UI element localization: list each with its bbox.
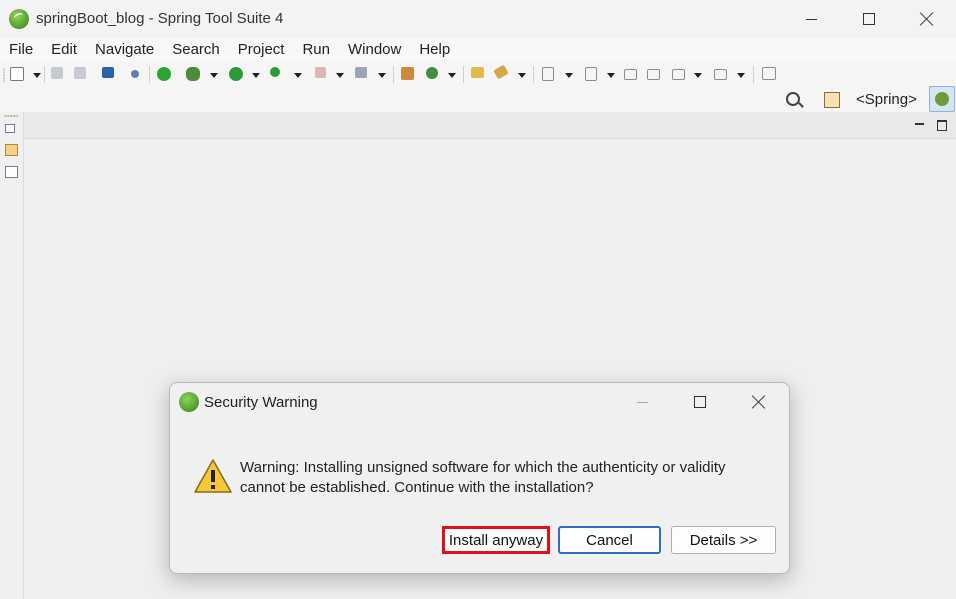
new-class-icon[interactable] xyxy=(426,67,438,79)
menu-edit[interactable]: Edit xyxy=(42,38,86,62)
menu-navigate[interactable]: Navigate xyxy=(86,38,163,62)
open-type-icon[interactable] xyxy=(471,67,484,78)
title-bar: springBoot_blog - Spring Tool Suite 4 xyxy=(0,0,956,38)
boot-dashboard-icon[interactable] xyxy=(157,67,171,81)
spring-logo-icon xyxy=(179,392,199,412)
trim-grip-icon xyxy=(4,115,18,117)
maximize-button[interactable] xyxy=(840,0,898,38)
editor-minimize-icon[interactable] xyxy=(915,123,924,125)
menu-help[interactable]: Help xyxy=(410,38,459,62)
external-tools-dropdown-icon[interactable] xyxy=(294,73,302,78)
next-annotation-icon[interactable] xyxy=(542,67,554,81)
menu-run[interactable]: Run xyxy=(293,38,339,62)
run-dropdown-icon[interactable] xyxy=(252,73,260,78)
terminate-dropdown-icon[interactable] xyxy=(336,73,344,78)
pin-editor-icon[interactable] xyxy=(762,67,776,80)
toolbar-separator xyxy=(463,66,464,83)
back-dropdown-icon[interactable] xyxy=(694,73,702,78)
debug-dropdown-icon[interactable] xyxy=(210,73,218,78)
perspective-bar xyxy=(0,88,956,112)
menu-bar: File Edit Navigate Search Project Run Wi… xyxy=(0,38,956,62)
toolbar-separator xyxy=(533,66,534,83)
search-tool-icon[interactable] xyxy=(131,70,139,78)
terminate-icon[interactable] xyxy=(315,67,326,78)
package-explorer-icon[interactable] xyxy=(5,144,18,156)
warning-message-line-1: Warning: Installing unsigned software fo… xyxy=(240,459,726,476)
warning-icon xyxy=(193,458,233,494)
restore-icon[interactable] xyxy=(5,124,15,133)
save-icon[interactable] xyxy=(51,67,63,79)
search-icon[interactable] xyxy=(786,92,800,106)
window-title: springBoot_blog - Spring Tool Suite 4 xyxy=(36,10,284,27)
deploy-dropdown-icon[interactable] xyxy=(378,73,386,78)
editor-tab-bar xyxy=(24,112,956,139)
console-icon[interactable] xyxy=(102,67,114,78)
previous-annotation-dropdown-icon[interactable] xyxy=(607,73,615,78)
minimize-button[interactable] xyxy=(782,0,840,38)
debug-icon[interactable] xyxy=(186,67,200,81)
menu-file[interactable]: File xyxy=(0,38,42,62)
dialog-maximize-button[interactable] xyxy=(671,383,729,421)
forward-edit-icon[interactable] xyxy=(647,69,660,80)
close-button[interactable] xyxy=(898,0,956,38)
next-annotation-dropdown-icon[interactable] xyxy=(565,73,573,78)
run-last-tool-icon[interactable] xyxy=(270,67,280,77)
main-toolbar xyxy=(0,62,956,88)
last-edit-location-icon[interactable] xyxy=(624,69,637,80)
open-perspective-icon[interactable] xyxy=(824,92,840,108)
warning-message-line-2: cannot be established. Continue with the… xyxy=(240,479,594,496)
toolbar-separator xyxy=(44,66,45,83)
back-icon[interactable] xyxy=(672,69,685,80)
toolbar-separator xyxy=(753,66,754,83)
spring-perspective-icon xyxy=(935,92,949,106)
menu-project[interactable]: Project xyxy=(229,38,294,62)
previous-annotation-icon[interactable] xyxy=(585,67,597,81)
deploy-icon[interactable] xyxy=(355,67,367,78)
menu-window[interactable]: Window xyxy=(339,38,410,62)
run-icon[interactable] xyxy=(229,67,243,81)
outline-icon[interactable] xyxy=(5,166,18,178)
new-dropdown-icon[interactable] xyxy=(33,73,41,78)
open-task-dropdown-icon[interactable] xyxy=(518,73,526,78)
cancel-button[interactable]: Cancel xyxy=(558,526,661,554)
close-icon xyxy=(752,395,766,409)
dialog-title: Security Warning xyxy=(204,394,318,411)
toolbar-grip-icon xyxy=(3,68,5,82)
save-all-icon[interactable] xyxy=(74,67,86,79)
details-button[interactable]: Details >> xyxy=(671,526,776,554)
spring-logo-icon xyxy=(9,9,29,29)
spring-perspective-button[interactable] xyxy=(929,86,955,112)
security-warning-dialog: Security Warning Warning: Installing uns… xyxy=(169,382,790,574)
dialog-close-button[interactable] xyxy=(730,383,788,421)
install-anyway-button[interactable]: Install anyway xyxy=(442,526,550,554)
dialog-minimize-button[interactable] xyxy=(613,383,671,421)
maximize-icon xyxy=(694,396,706,408)
menu-search[interactable]: Search xyxy=(163,38,229,62)
left-trim-stack xyxy=(0,112,24,599)
forward-icon[interactable] xyxy=(714,69,727,80)
open-task-icon[interactable] xyxy=(493,64,509,80)
minimize-icon xyxy=(636,401,648,403)
warning-message: Warning: Installing unsigned software fo… xyxy=(240,458,770,498)
forward-dropdown-icon[interactable] xyxy=(737,73,745,78)
new-class-dropdown-icon[interactable] xyxy=(448,73,456,78)
maximize-icon xyxy=(863,13,875,25)
toolbar-separator xyxy=(393,66,394,83)
new-icon[interactable] xyxy=(10,67,24,81)
editor-maximize-icon[interactable] xyxy=(937,120,947,131)
minimize-icon xyxy=(805,18,817,20)
new-package-icon[interactable] xyxy=(401,67,414,80)
toolbar-separator xyxy=(149,66,150,83)
perspective-label[interactable]: <Spring> xyxy=(856,91,917,108)
close-icon xyxy=(920,12,934,26)
